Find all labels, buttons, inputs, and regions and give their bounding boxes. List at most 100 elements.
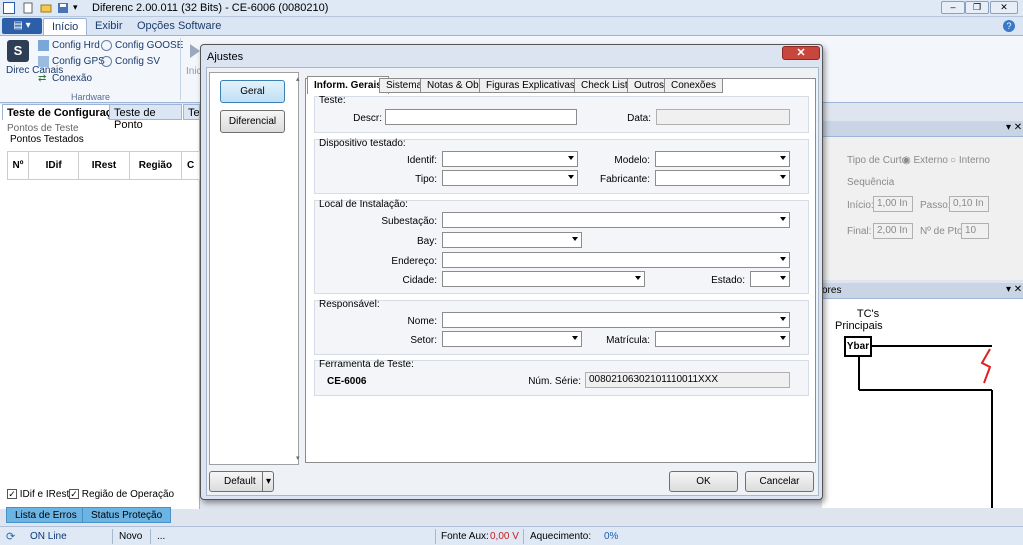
chevron-down-icon xyxy=(780,336,786,340)
fabricante-select[interactable] xyxy=(655,170,790,186)
tab-conexoes[interactable]: Conexões xyxy=(664,78,724,93)
quick-access-dropdown-icon[interactable]: ▾ xyxy=(73,2,78,13)
chevron-down-icon[interactable]: ▾ xyxy=(262,472,274,491)
externo-label: Externo xyxy=(913,155,948,166)
default-button[interactable]: Default ▾ xyxy=(209,471,274,492)
ok-button[interactable]: OK xyxy=(669,471,738,492)
estado-select[interactable] xyxy=(750,271,790,287)
radio-empty-icon: ○ xyxy=(950,155,957,166)
side-geral-button[interactable]: Geral xyxy=(220,80,285,103)
bottom-tabs: Lista de Erros Status Proteção xyxy=(0,507,200,523)
group-teste-label: Teste: xyxy=(319,95,346,106)
nome-select[interactable] xyxy=(442,312,790,328)
chevron-down-icon xyxy=(568,175,574,179)
npontos-input[interactable]: 10 xyxy=(961,223,989,239)
diagram-lines xyxy=(858,345,993,508)
save-icon[interactable] xyxy=(57,2,69,14)
conexao-label: Conexão xyxy=(52,73,93,85)
subestacao-select[interactable] xyxy=(442,212,790,228)
chevron-down-icon xyxy=(780,257,786,261)
aquecimento-label: Aquecimento: xyxy=(530,531,592,542)
settings-side-list: Geral Diferencial ▴ ▾ xyxy=(209,72,300,465)
status-divider xyxy=(112,529,113,544)
tab-status-protecao[interactable]: Status Proteção xyxy=(82,507,172,523)
col-n[interactable]: Nº xyxy=(7,151,29,180)
diagram-options-icon[interactable]: ▾ ✕ xyxy=(1006,284,1022,295)
dialog-body: Geral Diferencial ▴ ▾ Inform. Gerais Sis… xyxy=(206,67,819,496)
online-icon: ⟳ xyxy=(6,531,16,543)
gps-icon xyxy=(38,56,49,67)
hardware-group-label: Hardware xyxy=(71,92,111,102)
config-sv-button[interactable]: Config SV xyxy=(101,56,160,67)
direc-canais-icon[interactable]: S xyxy=(7,40,29,62)
matricula-select[interactable] xyxy=(655,331,790,347)
tab-inform-gerais[interactable]: Inform. Gerais xyxy=(307,76,389,94)
fonte-aux-value: 0,00 V xyxy=(490,531,519,542)
setor-select[interactable] xyxy=(442,331,582,347)
bay-label: Bay: xyxy=(416,236,437,247)
scroll-up-icon[interactable]: ▴ xyxy=(296,75,300,83)
chevron-down-icon xyxy=(780,156,786,160)
chevron-down-icon xyxy=(780,175,786,179)
tipo-curto-label: Tipo de Curto: xyxy=(847,155,910,166)
app-menu-button[interactable]: ▤ ▾ xyxy=(2,18,42,34)
externo-radio[interactable]: ◉ Externo xyxy=(902,155,948,166)
col-regiao[interactable]: Região xyxy=(128,151,183,180)
cidade-select[interactable] xyxy=(442,271,645,287)
config-hrd-button[interactable]: Config Hrd xyxy=(38,40,100,51)
tab-opcoes-software[interactable]: Opções Software xyxy=(129,18,229,35)
endereco-select[interactable] xyxy=(442,252,790,268)
cancel-button[interactable]: Cancelar xyxy=(745,471,814,492)
interno-radio[interactable]: ○ Interno xyxy=(950,155,990,166)
identif-select[interactable] xyxy=(442,151,578,167)
diagram-panel: TC's Principais Ybar xyxy=(822,299,1023,508)
side-diferencial-button[interactable]: Diferencial xyxy=(220,110,285,133)
diagram-tab-ores[interactable]: ores xyxy=(822,285,841,296)
conexao-button[interactable]: ⇄ Conexão xyxy=(38,73,92,84)
config-goose-button[interactable]: Config GOOSE xyxy=(101,40,183,51)
tab-figuras-explicativas[interactable]: Figuras Explicativas xyxy=(479,78,582,93)
descr-input[interactable] xyxy=(385,109,577,125)
open-folder-icon[interactable] xyxy=(40,2,52,14)
modelo-select[interactable] xyxy=(655,151,790,167)
setor-label: Setor: xyxy=(410,335,437,346)
col-c[interactable]: C xyxy=(181,151,200,180)
final-input[interactable]: 2,00 In xyxy=(873,223,913,239)
close-window-button[interactable]: ✕ xyxy=(990,1,1018,14)
col-irest[interactable]: IRest xyxy=(78,151,130,180)
col-idif[interactable]: IDif xyxy=(27,151,80,180)
chevron-down-icon xyxy=(568,156,574,160)
config-gps-button[interactable]: Config GPS xyxy=(38,56,105,67)
tab-lista-erros[interactable]: Lista de Erros xyxy=(6,507,86,523)
right-panel-header: ▾ ✕ xyxy=(822,121,1023,137)
new-file-icon[interactable] xyxy=(22,2,34,14)
tipo-select[interactable] xyxy=(442,170,578,186)
tab-inicio[interactable]: Início xyxy=(43,18,88,35)
tab-te[interactable]: Te xyxy=(183,104,200,120)
bay-select[interactable] xyxy=(442,232,582,248)
config-hrd-label: Config Hrd xyxy=(52,40,100,52)
minimize-button[interactable]: – xyxy=(941,1,965,14)
cidade-label: Cidade: xyxy=(402,275,437,286)
panel-options-icon[interactable]: ▾ ✕ xyxy=(1006,122,1022,133)
data-label: Data: xyxy=(627,113,651,124)
maximize-button[interactable]: ❐ xyxy=(965,1,989,14)
dialog-close-button[interactable]: ✕ xyxy=(782,46,820,60)
scroll-down-icon[interactable]: ▾ xyxy=(296,454,300,462)
fabricante-label: Fabricante: xyxy=(599,174,650,185)
data-input[interactable] xyxy=(656,109,790,125)
idif-irest-checkbox[interactable]: ✓ IDif e IRest xyxy=(7,489,69,500)
tab-exibir[interactable]: Exibir xyxy=(87,18,131,35)
help-icon[interactable]: ? xyxy=(1003,20,1015,32)
regiao-operacao-checkbox[interactable]: ✓ Região de Operação xyxy=(69,489,174,500)
inicio-input[interactable]: 1,00 In xyxy=(873,196,913,212)
tab-teste-ponto[interactable]: Teste de Ponto xyxy=(109,104,182,131)
tab-check-list[interactable]: Check List xyxy=(574,78,635,93)
points-table[interactable]: Nº IDif IRest Região C xyxy=(7,151,200,180)
default-label: Default xyxy=(224,476,256,487)
right-top-strip xyxy=(822,104,1023,118)
config-goose-label: Config GOOSE xyxy=(115,40,184,52)
passo-input[interactable]: 0,10 In xyxy=(949,196,989,212)
sequence-panel: Tipo de Curto: ◉ Externo ○ Interno Sequê… xyxy=(822,137,1023,280)
direc-canais-button[interactable]: Direc Canais xyxy=(6,66,63,76)
